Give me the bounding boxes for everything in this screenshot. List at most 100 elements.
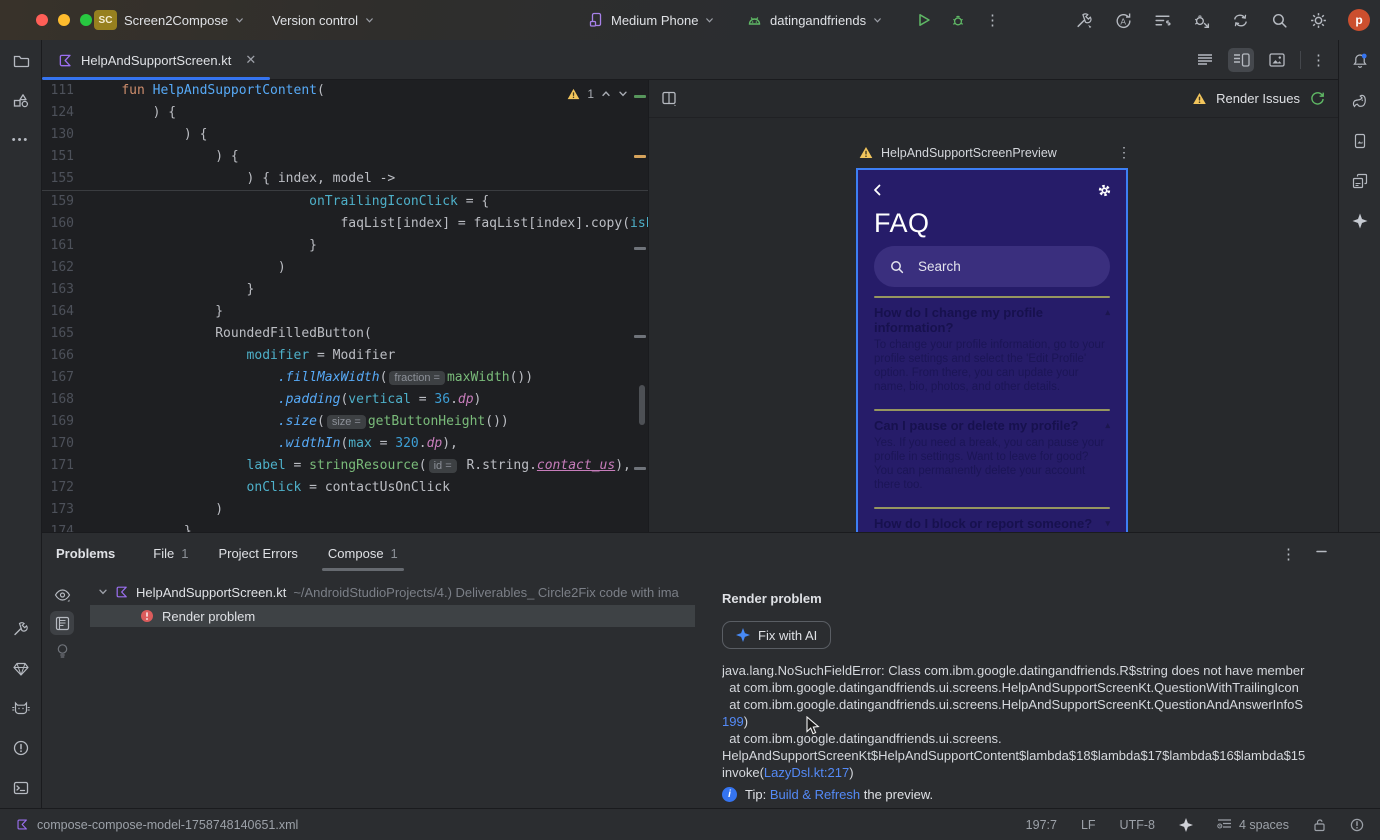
search-icon[interactable] bbox=[1270, 11, 1289, 30]
tab-helpandsupportscreen[interactable]: HelpAndSupportScreen.kt ✕ bbox=[42, 40, 270, 80]
refresh-icon[interactable] bbox=[1309, 90, 1326, 107]
tab-project-errors[interactable]: Project Errors bbox=[218, 546, 297, 561]
diamond-icon[interactable] bbox=[12, 660, 30, 678]
caret-position[interactable]: 197:7 bbox=[1026, 818, 1057, 832]
vcs-menu[interactable]: Version control bbox=[272, 0, 374, 40]
code-line[interactable]: 163 } bbox=[42, 279, 648, 301]
scrollbar-mark-grey[interactable] bbox=[634, 247, 646, 250]
indent-setting[interactable]: 4 spaces bbox=[1217, 818, 1289, 832]
code-line[interactable]: 168 .padding(vertical = 36.dp) bbox=[42, 389, 648, 411]
code-line[interactable]: 155 ) { index, model -> bbox=[42, 168, 648, 190]
stack-link[interactable]: LazyDsl.kt:217 bbox=[764, 765, 849, 780]
apply-changes-icon[interactable]: A bbox=[1114, 11, 1133, 30]
line-separator[interactable]: LF bbox=[1081, 818, 1096, 832]
split-view-icon[interactable] bbox=[1228, 48, 1254, 72]
zoom-window-button[interactable] bbox=[80, 14, 92, 26]
tab-compose[interactable]: Compose 1 bbox=[321, 546, 404, 571]
code-line[interactable]: 124 ) { bbox=[42, 102, 648, 124]
code-line[interactable]: 159 onTrailingIconClick = { bbox=[42, 191, 648, 213]
quick-fix-bulb-icon[interactable] bbox=[50, 639, 74, 663]
code-editor[interactable]: 111 fun HelpAndSupportContent(124 ) {130… bbox=[42, 80, 648, 532]
code-line[interactable]: 166 modifier = Modifier bbox=[42, 345, 648, 367]
chevron-down-icon bbox=[365, 16, 374, 25]
code-token: contactUsOnClick bbox=[324, 480, 451, 495]
inspections-widget[interactable]: 1 bbox=[563, 85, 632, 103]
next-problem-icon[interactable] bbox=[618, 89, 628, 99]
sync-devices-icon[interactable] bbox=[1231, 11, 1250, 30]
prev-problem-icon[interactable] bbox=[601, 89, 611, 99]
preview-card-kebab[interactable]: ⋮ bbox=[1117, 144, 1131, 161]
stack-link[interactable]: 199 bbox=[722, 714, 744, 729]
file-encoding[interactable]: UTF-8 bbox=[1120, 818, 1155, 832]
problems-file-row[interactable]: HelpAndSupportScreen.kt ~/AndroidStudioP… bbox=[82, 581, 710, 603]
gemini-star-icon[interactable] bbox=[1351, 212, 1369, 230]
tip-suffix: the preview. bbox=[860, 787, 934, 802]
code-line[interactable]: 172 onClick = contactUsOnClick bbox=[42, 477, 648, 499]
user-avatar[interactable]: p bbox=[1348, 9, 1370, 31]
run-button[interactable] bbox=[916, 0, 932, 40]
preview-phone-frame[interactable]: FAQ Search How do I change my profile in… bbox=[856, 168, 1128, 532]
project-menu[interactable]: Screen2Compose bbox=[124, 0, 244, 40]
code-token: .widthIn bbox=[277, 436, 341, 451]
profiler-icon[interactable] bbox=[1153, 11, 1172, 30]
design-view-icon[interactable] bbox=[1264, 48, 1290, 72]
code-line[interactable]: 161 } bbox=[42, 235, 648, 257]
editor-scrollbar-thumb[interactable] bbox=[639, 385, 645, 425]
editor-options-kebab[interactable]: ⋮ bbox=[1311, 51, 1326, 69]
tab-file[interactable]: File 1 bbox=[153, 546, 188, 561]
run-configuration-selector[interactable]: datingandfriends bbox=[746, 0, 882, 40]
terminal-icon[interactable] bbox=[12, 779, 30, 797]
fix-with-ai-button[interactable]: Fix with AI bbox=[722, 621, 832, 649]
attach-debugger-icon[interactable] bbox=[1192, 11, 1211, 30]
show-details-icon[interactable] bbox=[50, 611, 74, 635]
build-refresh-link[interactable]: Build & Refresh bbox=[770, 787, 860, 802]
code-line[interactable]: 173 ) bbox=[42, 499, 648, 521]
preview-card-header[interactable]: HelpAndSupportScreenPreview ⋮ bbox=[859, 144, 1131, 161]
scrollbar-mark-warning[interactable] bbox=[634, 155, 646, 158]
device-selector[interactable]: Medium Phone bbox=[588, 0, 714, 40]
render-issues-label[interactable]: Render Issues bbox=[1216, 91, 1300, 106]
device-explorer-icon[interactable] bbox=[1351, 172, 1369, 190]
minimize-panel-icon[interactable] bbox=[1315, 545, 1328, 558]
code-line[interactable]: 151 ) { bbox=[42, 146, 648, 168]
code-line[interactable]: 162 ) bbox=[42, 257, 648, 279]
problems-tool-window-icon[interactable] bbox=[12, 739, 30, 757]
scrollbar-mark-grey[interactable] bbox=[634, 335, 646, 338]
layout-mode-icon[interactable] bbox=[661, 90, 678, 107]
gradle-icon[interactable] bbox=[1350, 92, 1369, 110]
build-icon[interactable] bbox=[1075, 11, 1094, 30]
code-line[interactable]: 130 ) { bbox=[42, 124, 648, 146]
close-tab-icon[interactable]: ✕ bbox=[245, 52, 256, 68]
code-line[interactable]: 174 } bbox=[42, 521, 648, 532]
render-problem-row[interactable]: Render problem bbox=[90, 605, 695, 627]
code-line[interactable]: 171 label = stringResource(id = R.string… bbox=[42, 455, 648, 477]
panel-options-kebab[interactable]: ⋮ bbox=[1281, 545, 1296, 563]
code-line[interactable]: 164 } bbox=[42, 301, 648, 323]
settings-gear-icon[interactable] bbox=[1309, 11, 1328, 30]
code-line[interactable]: 170 .widthIn(max = 320.dp), bbox=[42, 433, 648, 455]
scrollbar-mark-grey[interactable] bbox=[634, 467, 646, 470]
minimize-window-button[interactable] bbox=[58, 14, 70, 26]
more-actions-kebab[interactable]: ⋮ bbox=[985, 0, 1000, 40]
project-folder-icon[interactable] bbox=[12, 52, 30, 70]
code-line[interactable]: 160 faqList[index] = faqList[index].copy… bbox=[42, 213, 648, 235]
resource-manager-icon[interactable] bbox=[12, 92, 30, 110]
code-view-icon[interactable] bbox=[1192, 48, 1218, 72]
build-tool-window-icon[interactable] bbox=[12, 620, 30, 638]
chevron-down-icon[interactable] bbox=[98, 587, 108, 597]
unlock-icon[interactable] bbox=[1313, 818, 1326, 832]
scrollbar-mark-green[interactable] bbox=[634, 95, 646, 98]
exclamation-circle-icon[interactable] bbox=[1350, 818, 1364, 832]
close-window-button[interactable] bbox=[36, 14, 48, 26]
view-options-eye-icon[interactable] bbox=[50, 583, 74, 607]
code-line[interactable]: 165 RoundedFilledButton( bbox=[42, 323, 648, 345]
code-line[interactable]: 167 .fillMaxWidth(fraction = maxWidth()) bbox=[42, 367, 648, 389]
running-devices-icon[interactable] bbox=[1351, 132, 1369, 150]
debug-button[interactable] bbox=[950, 0, 966, 40]
notifications-bell-icon[interactable] bbox=[1351, 52, 1369, 70]
code-line[interactable]: 169 .size(size = getButtonHeight()) bbox=[42, 411, 648, 433]
more-tool-windows-icon[interactable]: ••• bbox=[12, 134, 30, 146]
logcat-icon[interactable] bbox=[11, 699, 30, 717]
code-line[interactable]: 111 fun HelpAndSupportContent( bbox=[42, 80, 648, 102]
ai-sparkle-icon[interactable] bbox=[1178, 817, 1193, 832]
